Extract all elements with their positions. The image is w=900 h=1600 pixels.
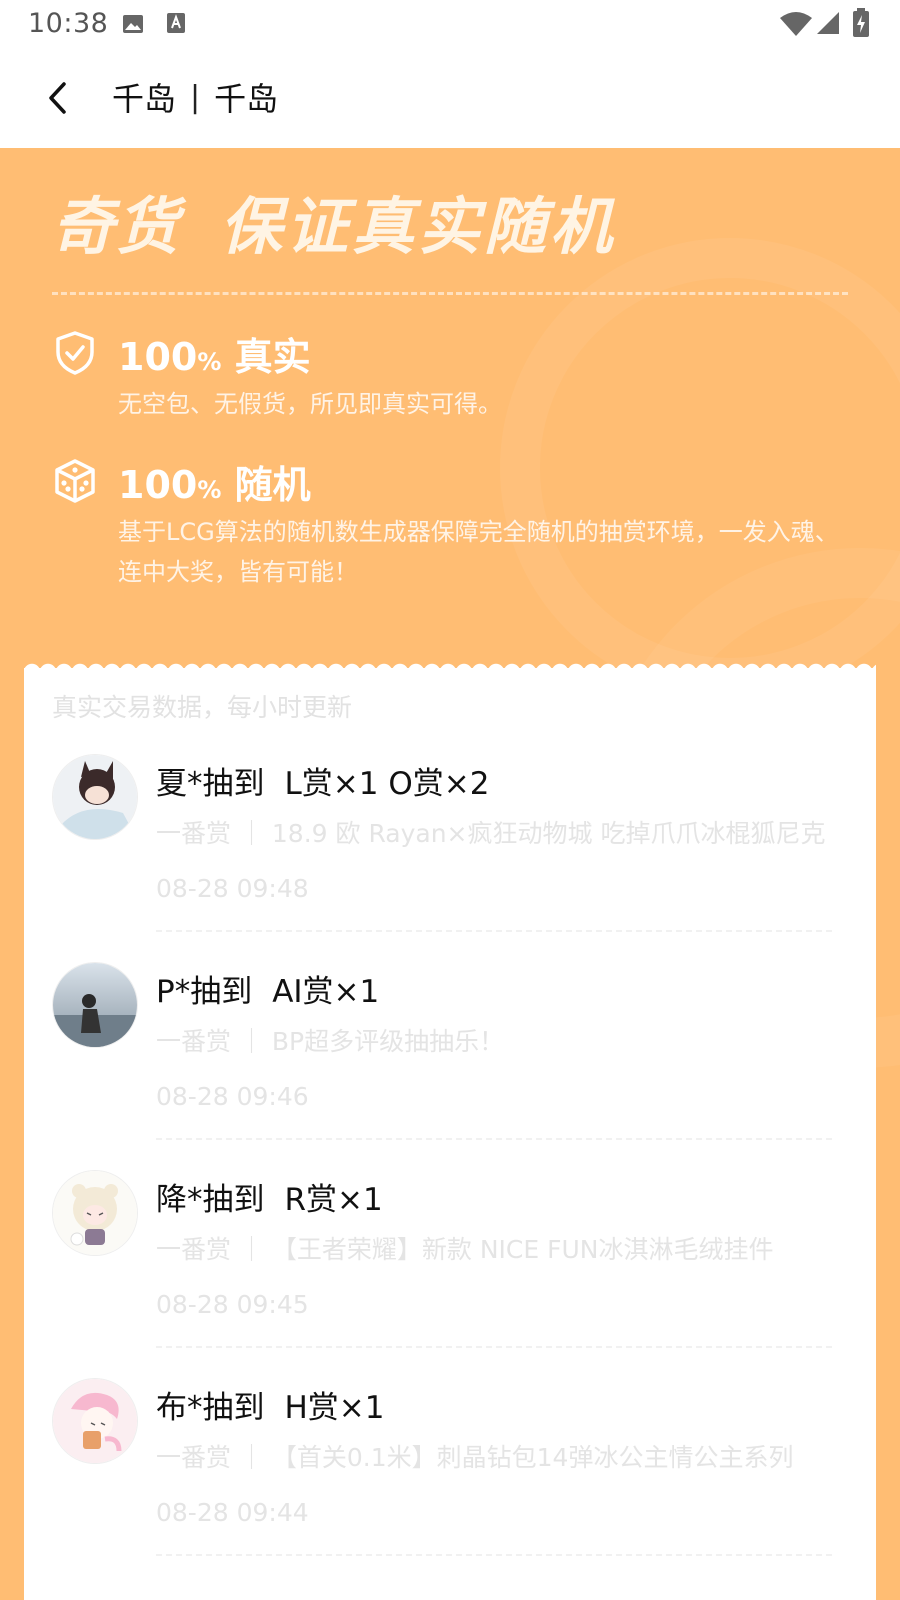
page-title: 千岛 | 千岛: [112, 74, 278, 120]
record-time: 08-28 09:46: [156, 1082, 309, 1111]
record-prize: H赏×1: [284, 1390, 385, 1426]
record-user-action: 降*抽到: [156, 1182, 265, 1218]
banner-slogan: 保证真实随机: [220, 190, 617, 263]
record-headline: 夏*抽到 L赏×1 O赏×2: [156, 758, 489, 803]
feature-number: 100: [118, 463, 198, 507]
feature-number: 100: [118, 335, 198, 379]
feature-description: 基于LCG算法的随机数生成器保障完全随机的抽赏环境，一发入魂、连中大奖，皆有可能…: [118, 518, 839, 586]
dice-icon: [55, 459, 95, 503]
record-product: 一番赏 ｜ 【王者荣耀】新款 NICE FUN冰淇淋毛绒挂件: [156, 1235, 774, 1264]
record-headline: P*抽到 AI赏×1: [156, 966, 379, 1011]
font-notification-icon: [167, 13, 185, 33]
feature-label: 随机: [234, 463, 311, 507]
feature-label: 真实: [234, 335, 311, 379]
record-headline: 降*抽到 R赏×1: [156, 1174, 383, 1219]
dashed-divider: [156, 1138, 832, 1140]
list-item[interactable]: P*抽到 AI赏×1 一番赏 ｜ BP超多评级抽抽乐！ 08-28 09:46: [24, 962, 876, 1170]
record-product: 一番赏 ｜ BP超多评级抽抽乐！: [156, 1027, 505, 1056]
record-prize: R赏×1: [284, 1182, 383, 1218]
list-item[interactable]: 夏*抽到 L赏×1 O赏×2 一番赏 ｜ 18.9 欧 Rayan×疯狂动物城 吃…: [24, 754, 876, 962]
shield-check-icon: [56, 331, 94, 375]
image-notification-icon: [123, 15, 143, 33]
record-prize: AI赏×1: [272, 974, 380, 1010]
record-user-action: 布*抽到: [156, 1390, 265, 1426]
record-user-action: P*抽到: [156, 974, 253, 1010]
wifi-icon: [780, 12, 812, 36]
records-card: 真实交易数据，每小时更新 夏*抽到 L赏×1 O赏×2 一番赏 ｜ 18.9 欧 …: [24, 668, 876, 1600]
avatar: [52, 754, 138, 840]
record-prize: L赏×1 O赏×2: [284, 766, 490, 802]
record-product: 一番赏 ｜ 18.9 欧 Rayan×疯狂动物城 吃掉爪爪冰棍狐尼克: [156, 819, 826, 848]
list-item[interactable]: 布*抽到 H赏×1 一番赏 ｜ 【首关0.1米】刺晶钻包14弹冰公主情公主系列 0…: [24, 1378, 876, 1586]
cell-signal-icon: [817, 12, 839, 34]
avatar: [52, 1170, 138, 1256]
app-bar: 千岛 | 千岛: [0, 48, 900, 148]
status-time: 10:38: [28, 8, 109, 39]
chevron-left-icon: [49, 82, 66, 114]
dashed-divider: [156, 1554, 832, 1556]
record-time: 08-28 09:44: [156, 1498, 309, 1527]
battery-icon: [853, 8, 869, 37]
record-product: 一番赏 ｜ 【首关0.1米】刺晶钻包14弹冰公主情公主系列: [156, 1443, 794, 1472]
avatar: [52, 962, 138, 1048]
status-bar: 10:38: [0, 0, 900, 48]
dashed-divider: [156, 930, 832, 932]
feature-title: 100% 随机: [118, 454, 311, 509]
feature-title: 100% 真实: [118, 326, 311, 381]
list-item[interactable]: 降*抽到 R赏×1 一番赏 ｜ 【王者荣耀】新款 NICE FUN冰淇淋毛绒挂件 …: [24, 1170, 876, 1378]
feature-percent: %: [197, 476, 222, 504]
dashed-divider: [52, 292, 848, 295]
avatar: [52, 1378, 138, 1464]
feature-description: 无空包、无假货，所见即真实可得。: [118, 390, 502, 418]
title-sub-name: 千岛: [214, 80, 279, 118]
record-time: 08-28 09:45: [156, 1290, 309, 1319]
dashed-divider: [156, 1346, 832, 1348]
record-user-action: 夏*抽到: [156, 766, 265, 802]
feature-percent: %: [197, 348, 222, 376]
banner-heading: 奇货 保证真实随机: [52, 176, 616, 266]
brand-logo-text: 奇货: [52, 190, 181, 263]
record-time: 08-28 09:48: [156, 874, 309, 903]
back-button[interactable]: [36, 74, 80, 122]
title-shop-name: 千岛: [112, 80, 177, 118]
records-caption: 真实交易数据，每小时更新: [52, 693, 353, 722]
title-separator: |: [190, 79, 201, 115]
record-headline: 布*抽到 H赏×1: [156, 1382, 385, 1427]
